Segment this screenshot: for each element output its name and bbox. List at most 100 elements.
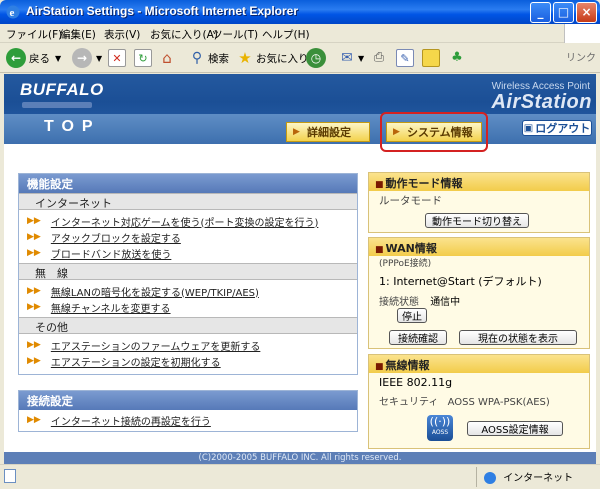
bullet-icon: ▶▶ [27,356,41,366]
menu-file[interactable]: ファイル(F) [6,27,62,42]
home-button[interactable]: ⌂ [158,48,176,68]
wan-panel-title: ■ WAN情報 [369,238,589,256]
check-connection-button[interactable]: 接続確認 [389,330,447,345]
bullet-icon: ▶▶ [27,232,41,242]
airstation-logo: AirStation [491,91,592,113]
forward-button[interactable]: → ▼ [72,48,102,68]
ie-icon: e [6,5,20,19]
refresh-button[interactable]: ↻ [134,48,152,68]
search-icon: ⚲ [191,50,203,66]
window-title: AirStation Settings - Microsoft Internet… [26,4,299,18]
printer-icon: ⎙ [373,50,385,65]
back-arrow-icon: ← [6,48,26,68]
scrollbar[interactable] [596,74,600,464]
feature-panel: 機能設定 インターネット ▶▶ インターネット対応ゲームを使う(ポート変換の設定… [18,173,358,375]
mode-panel: ■ 動作モード情報 ルータモード 動作モード切り替え [368,172,590,233]
bullet-icon: ▶▶ [27,248,41,258]
aoss-button-icon[interactable]: ((·)) AOSS [427,415,453,441]
bullet-icon: ▶▶ [27,302,41,312]
menu-favorites[interactable]: お気に入り(A) [150,27,218,42]
tab-advanced[interactable]: ▶ 詳細設定 [286,122,370,142]
chevron-down-icon: ▼ [55,53,62,63]
section-wireless: 無 線 [19,263,357,280]
list-item[interactable]: ▶▶ エアステーションのファームウェアを更新する [19,337,357,353]
mode-value: ルータモード [379,195,442,207]
wireless-security: セキュリティ AOSS WPA-PSK(AES) [379,397,550,408]
mail-button[interactable]: ✉ ▼ [338,48,364,68]
toolbar: ← 戻る ▼ → ▼ ✕ ↻ ⌂ ⚲ 検索 ★ お気に入り ◷ ✉ ▼ ⎙ ✎ … [0,43,600,73]
links-label[interactable]: リンク [566,49,596,64]
stop-connection-button[interactable]: 停止 [397,308,427,323]
menu-bar: ファイル(F) 編集(E) 表示(V) お気に入り(A) ツール(T) ヘルプ(… [0,24,600,43]
home-icon: ⌂ [162,49,172,67]
messenger-button[interactable]: ♣ [448,48,466,68]
page-footer: (C)2000-2005 BUFFALO INC. All rights res… [4,452,596,464]
menu-view[interactable]: 表示(V) [104,27,140,42]
wireless-panel-title: ■ 無線情報 [369,355,589,373]
globe-icon [484,472,496,484]
square-icon: ■ [375,245,384,255]
switch-mode-button[interactable]: 動作モード切り替え [425,213,529,228]
search-button[interactable]: ⚲ 検索 [188,48,229,68]
favorites-button[interactable]: ★ お気に入り [236,48,308,68]
edit-button[interactable]: ✎ [396,48,414,68]
title-bar: e AirStation Settings - Microsoft Intern… [0,0,600,24]
square-icon: ■ [375,180,384,190]
mode-panel-title: ■ 動作モード情報 [369,173,589,191]
list-item[interactable]: ▶▶ 無線LANの暗号化を設定する(WEP/TKIP/AES) [19,283,357,299]
logo-tagline [22,102,92,108]
list-item[interactable]: ▶▶ インターネット接続の再設定を行う [19,412,357,428]
bullet-icon: ▶▶ [27,216,41,226]
notes-icon [422,49,440,67]
section-internet: インターネット [19,193,357,210]
list-item[interactable]: ▶▶ エアステーションの設定を初期化する [19,353,357,369]
connect-panel: 接続設定 ▶▶ インターネット接続の再設定を行う [18,390,358,432]
back-button[interactable]: ← 戻る ▼ [6,48,61,68]
star-icon: ★ [238,49,252,67]
section-other: その他 [19,317,357,334]
refresh-icon: ↻ [134,49,152,67]
bullet-icon: ▶▶ [27,340,41,350]
list-item[interactable]: ▶▶ 無線チャンネルを変更する [19,299,357,315]
logout-button[interactable]: ▣ ログアウト [522,120,592,136]
discuss-button[interactable] [422,48,440,68]
stop-icon: ✕ [108,49,126,67]
page-header: BUFFALO Wireless Access Point AirStation… [4,74,596,152]
logout-icon: ▣ [523,122,534,134]
menu-edit[interactable]: 編集(E) [60,27,96,42]
windows-logo-icon [564,24,600,43]
highlight-box [380,112,488,152]
aoss-info-button[interactable]: AOSS設定情報 [467,421,563,436]
history-button[interactable]: ◷ [306,48,326,68]
status-bar: インターネット [0,464,600,489]
chevron-down-icon: ▼ [358,53,365,63]
close-button[interactable]: × [576,2,597,23]
bullet-icon: ▶▶ [27,286,41,296]
wireless-standard: IEEE 802.11g [379,376,453,389]
wan-connection-name: 1: Internet@Start (デフォルト) [379,275,542,288]
bullet-icon: ▶▶ [27,415,41,425]
menu-help[interactable]: ヘルプ(H) [262,27,310,42]
svg-text:e: e [10,7,15,19]
square-icon: ■ [375,362,384,372]
history-icon: ◷ [306,48,326,68]
arrow-right-icon: ▶ [293,127,300,137]
maximize-button[interactable]: □ [553,2,574,23]
wifi-icon: ((·)) [429,415,451,428]
menu-tools[interactable]: ツール(T) [212,27,258,42]
buffalo-logo: BUFFALO [20,80,104,99]
minimize-button[interactable]: _ [530,2,551,23]
wan-panel: ■ WAN情報 (PPPoE接続) 1: Internet@Start (デフォル… [368,237,590,349]
list-item[interactable]: ▶▶ アタックブロックを設定する [19,229,357,245]
connect-panel-title: 接続設定 [19,391,357,410]
internet-zone: インターネット [484,469,573,484]
list-item[interactable]: ▶▶ ブロードバンド放送を使う [19,245,357,261]
page-title: TOP [44,118,101,135]
messenger-icon: ♣ [451,50,463,65]
show-status-button[interactable]: 現在の状態を表示 [459,330,577,345]
wan-connection-type: (PPPoE接続) [379,259,432,269]
chevron-down-icon: ▼ [96,53,103,63]
print-button[interactable]: ⎙ [370,48,388,68]
list-item[interactable]: ▶▶ インターネット対応ゲームを使う(ポート変換の設定を行う) [19,213,357,229]
stop-button[interactable]: ✕ [108,48,126,68]
